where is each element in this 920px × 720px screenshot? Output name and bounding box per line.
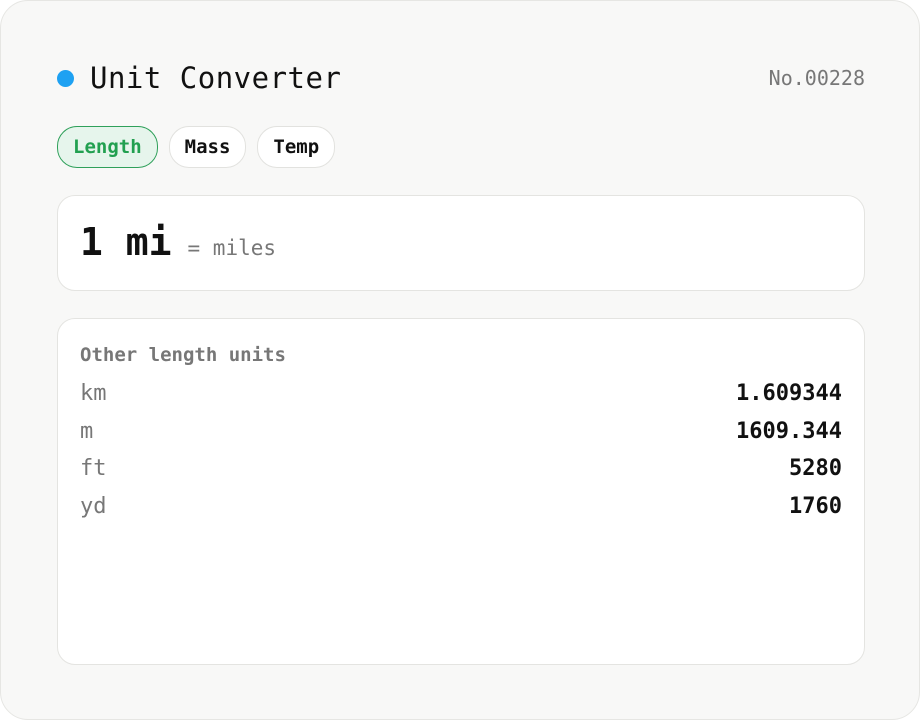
result-value: 1760 <box>789 494 842 520</box>
tab-temp[interactable]: Temp <box>257 126 336 168</box>
tab-length[interactable]: Length <box>57 126 158 168</box>
title-group: Unit Converter <box>57 61 341 95</box>
result-value: 1609.344 <box>736 418 842 444</box>
results-heading: Other length units <box>80 344 286 366</box>
result-unit: km <box>80 381 107 407</box>
input-unit-name: = miles <box>187 236 277 260</box>
results-list: km 1.609344 m 1609.344 ft 5280 yd 1760 <box>80 375 842 525</box>
result-unit: m <box>80 418 94 444</box>
app-title: Unit Converter <box>90 61 342 95</box>
serial-number: No.00228 <box>768 66 865 90</box>
input-value[interactable]: 1 mi <box>80 220 172 264</box>
result-row-yd: yd 1760 <box>80 488 842 526</box>
category-tabs: Length Mass Temp <box>57 126 336 168</box>
status-dot-icon <box>57 69 74 87</box>
header: Unit Converter No.00228 <box>57 59 865 97</box>
result-unit: yd <box>80 494 107 520</box>
result-value: 1.609344 <box>736 381 842 407</box>
converter-card: Unit Converter No.00228 Length Mass Temp… <box>0 0 920 720</box>
result-unit: ft <box>80 456 107 482</box>
result-value: 5280 <box>789 456 842 482</box>
input-panel[interactable]: 1 mi = miles <box>57 195 865 291</box>
result-row-m: m 1609.344 <box>80 413 842 451</box>
result-row-km: km 1.609344 <box>80 375 842 413</box>
tab-mass[interactable]: Mass <box>168 126 247 168</box>
results-panel: Other length units km 1.609344 m 1609.34… <box>57 318 865 665</box>
input-value-row: 1 mi = miles <box>80 220 276 264</box>
result-row-ft: ft 5280 <box>80 450 842 488</box>
